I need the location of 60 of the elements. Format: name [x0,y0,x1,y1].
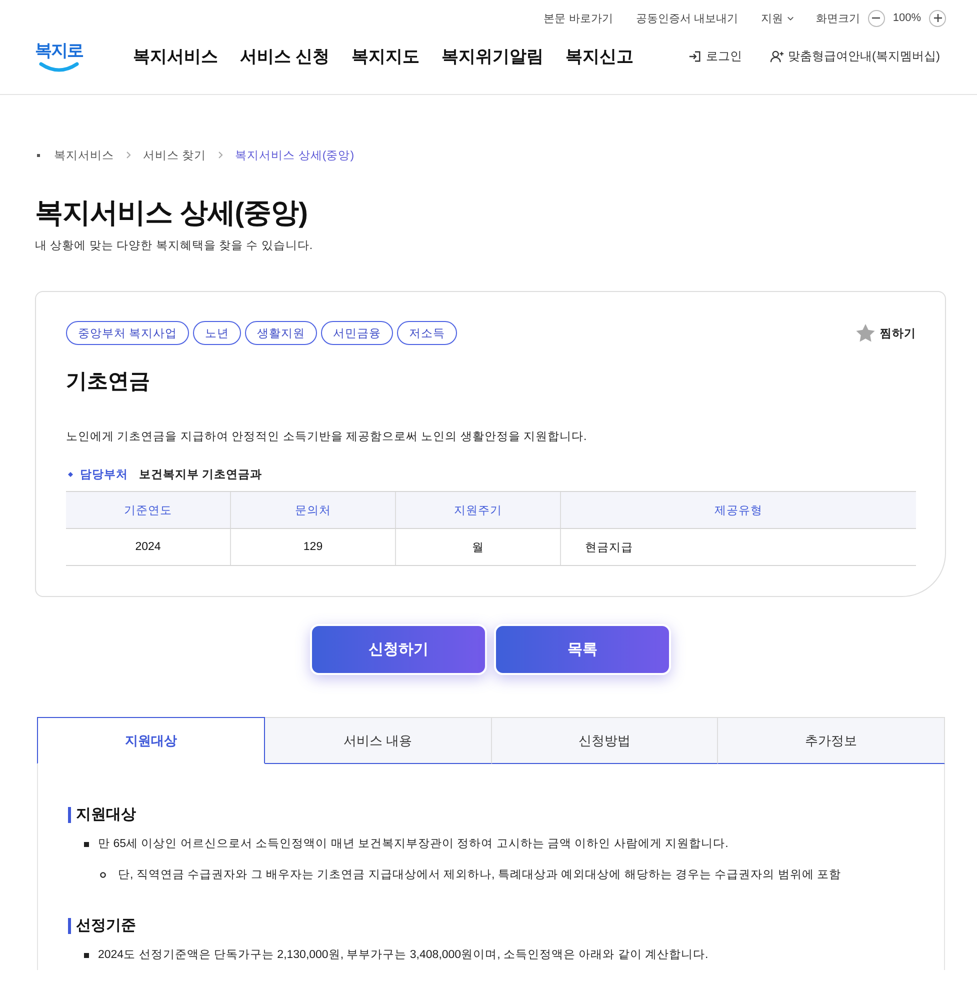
square-bullet-icon [84,842,89,846]
list-item-text: 만 65세 이상인 어르신으로서 소득인정액이 매년 보건복지부장관이 정하여 고시하는 금액 이하인 사람에게 지원합니다. [98,837,728,852]
column-header: 제공유형 [560,492,916,528]
nav-menu-item[interactable]: 복지서비스 [133,44,218,68]
action-button[interactable]: 목록 [494,624,671,675]
bookmark-button[interactable]: 찜하기 [856,324,916,342]
utility-link[interactable]: 공동인증서 내보내기 [636,10,738,26]
column-header: 문의처 [230,492,396,528]
category-tag[interactable]: 중앙부처 복지사업 [66,321,190,345]
user-plus-icon [770,50,784,62]
department-value: 보건복지부 기초연금과 [139,468,262,482]
section-heading: 선정기준 [68,918,136,934]
category-tag[interactable]: 노년 [193,321,242,345]
circle-bullet-icon [100,872,106,878]
column-header: 지원주기 [396,492,560,528]
chevron-down-icon [786,16,794,20]
nav-menu-item[interactable]: 복지신고 [566,44,634,68]
nav-menu-item[interactable]: 서비스 신청 [240,44,330,68]
table-cell: 2024 [66,528,230,566]
category-tag[interactable]: 저소득 [397,321,458,345]
breadcrumb-link[interactable]: 복지서비스 [54,148,114,162]
breadcrumb-link[interactable]: 복지서비스 상세(중앙) [235,148,354,162]
table-cell: 월 [396,528,560,566]
login-link[interactable]: 로그인 [688,48,742,64]
chevron-right-icon [126,151,131,159]
membership-link[interactable]: 맞춤형급여안내(복지멤버십) [770,48,940,64]
table-cell: 129 [230,528,396,566]
content-tab[interactable]: 신청방법 [492,717,718,764]
content-tab[interactable]: 지원대상 [37,717,265,764]
zoom-in-button[interactable] [929,10,946,26]
utility-link[interactable]: 지원 [760,10,794,26]
table-cell: 현금지급 [560,528,916,566]
square-bullet-icon [84,952,89,958]
department-label: 담당부처 [80,468,128,482]
login-icon [688,50,702,62]
logo-link[interactable]: 복지로 [35,40,83,72]
list-item-text: 단, 직역연금 수급권자와 그 배우자는 기초연금 지급대상에서 제외하나, 특례대상과 예외대상에 해당하는 경우는 수급권자의 범위에 포함 [118,868,842,883]
service-title: 기초연금 [66,369,150,395]
content-tab[interactable]: 추가정보 [718,717,945,764]
diamond-bullet-icon [68,472,73,476]
nav-menu-item[interactable]: 복지지도 [352,44,420,68]
category-tag[interactable]: 생활지원 [245,321,318,345]
nav-menu-item[interactable]: 복지위기알림 [442,44,544,68]
zoom-value: 100% [892,12,921,24]
list-item-text: 2024도 선정기준액은 단독가구는 2,130,000원, 부부가구는 3,408,000원이며, 소득인정액은 아래와 같이 계산합니다. [98,948,708,963]
section-heading: 지원대상 [68,807,136,823]
content-tab[interactable]: 서비스 내용 [264,717,492,764]
column-header: 기준연도 [66,492,230,528]
chevron-right-icon [218,151,224,159]
breadcrumb-link[interactable]: 서비스 찾기 [143,148,206,162]
zoom-label: 화면크기 [816,12,860,26]
utility-link[interactable]: 본문 바로가기 [544,10,613,26]
page-subtitle: 내 상황에 맞는 다양한 복지혜택을 찾을 수 있습니다. [35,239,313,254]
service-description: 노인에게 기초연금을 지급하여 안정적인 소득기반을 제공함으로써 노인의 생활안정을 지원합니다. [66,430,587,445]
category-tag[interactable]: 서민금융 [321,321,394,345]
zoom-out-button[interactable] [868,10,885,26]
plus-icon [934,14,942,22]
page-title: 복지서비스 상세(중앙) [35,196,308,230]
action-button[interactable]: 신청하기 [310,624,487,675]
smile-icon [39,62,79,72]
